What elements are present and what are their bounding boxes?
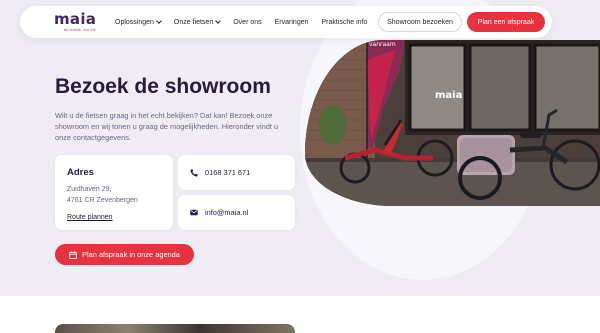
page-title: Bezoek de showroom	[55, 75, 271, 98]
chevron-down-icon	[156, 18, 162, 24]
nav-item-label: Onze fietsen	[173, 18, 214, 26]
route-plan-link[interactable]: Route plannen	[67, 214, 113, 221]
plan-appointment-button[interactable]: Plan een afspraak	[467, 12, 545, 32]
address-street: Zuidhaven 29,	[67, 186, 112, 193]
next-section-image	[55, 324, 295, 333]
nav-item-label: Over ons	[233, 18, 262, 26]
nav-item-onze-fietsen[interactable]: Onze fietsen	[173, 18, 222, 26]
nav-item-label: Ervaringen	[274, 18, 309, 26]
address-card: Adres Zuidhaven 29, 4761 CR Zevenbergen …	[55, 155, 173, 230]
address-title: Adres	[67, 167, 94, 178]
phone-card[interactable]: 0168 371 671	[178, 155, 295, 190]
mail-icon	[190, 209, 198, 216]
storefront-sign: maia	[435, 90, 462, 101]
plan-agenda-label: Plan afspraak in onze agenda	[82, 250, 180, 259]
maia-logo[interactable]: maia be mobile. live life	[54, 10, 97, 33]
showroom-visit-button[interactable]: Showroom bezoeken	[378, 12, 462, 32]
address-block: Zuidhaven 29, 4761 CR Zevenbergen	[67, 184, 173, 206]
nav-item-oplossingen[interactable]: Oplossingen	[115, 18, 162, 26]
phone-icon	[190, 169, 198, 177]
nav-item-over-ons[interactable]: Over ons	[233, 19, 261, 26]
nav-item-ervaringen[interactable]: Ervaringen	[275, 19, 309, 26]
intro-text: Wilt u de fietsen graag in het echt beki…	[55, 111, 279, 142]
logo-tagline: be mobile. live life	[64, 28, 96, 32]
phone-number[interactable]: 0168 371 671	[205, 168, 250, 177]
nav-item-label: Praktische info	[321, 18, 368, 26]
email-card[interactable]: info@maia.nl	[178, 195, 295, 230]
chevron-down-icon	[215, 18, 222, 24]
logo-wordmark: maia	[54, 10, 97, 28]
email-address[interactable]: info@maia.nl	[205, 208, 248, 217]
top-navigation: maia be mobile. live life Oplossingen On…	[20, 6, 552, 38]
plan-agenda-button[interactable]: Plan afspraak in onze agenda	[55, 244, 194, 265]
address-postcode-city: 4761 CR Zevenbergen	[67, 197, 138, 204]
nav-links: Oplossingen Onze fietsen Over ons Ervari…	[115, 6, 367, 38]
calendar-icon	[69, 250, 77, 259]
showroom-photo: maia vanraam	[305, 40, 600, 206]
flag-text: vanraam	[369, 41, 396, 48]
nav-item-praktische-info[interactable]: Praktische info	[322, 19, 368, 26]
nav-item-label: Oplossingen	[115, 18, 154, 26]
